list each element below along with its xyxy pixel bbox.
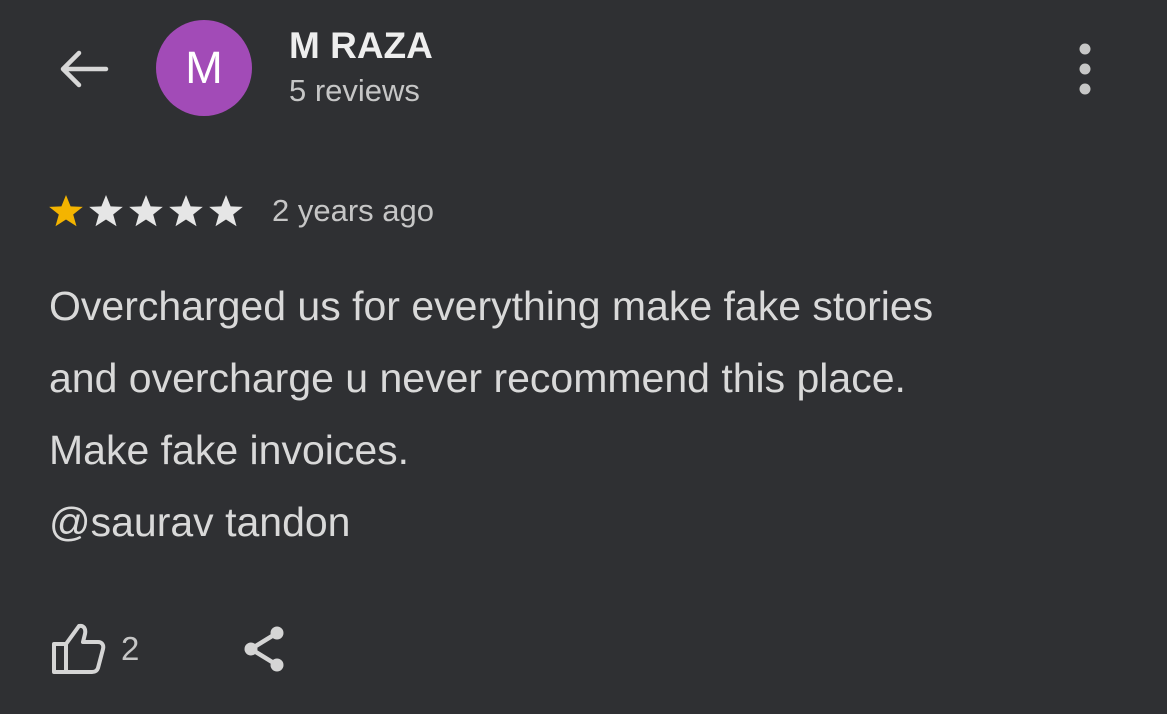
review-text: Overcharged us for everything make fake …: [49, 283, 934, 545]
share-icon: [244, 626, 284, 672]
empty-star-icon: [89, 195, 123, 227]
review-screen: M M RAZA 5 reviews 2 years ago Overcharg…: [0, 0, 1167, 714]
review-count: 5 reviews: [289, 73, 420, 108]
star-rating: [48, 193, 248, 229]
thumb-up-icon: [52, 623, 106, 674]
reviewer-name[interactable]: M RAZA: [289, 24, 433, 68]
like-button[interactable]: 2: [49, 616, 139, 682]
like-count: 2: [121, 630, 140, 667]
filled-star-icon: [49, 195, 83, 227]
rating-row: 2 years ago: [48, 189, 434, 233]
share-button[interactable]: [239, 616, 291, 682]
empty-star-icon: [129, 195, 163, 227]
arrow-left-icon: [60, 50, 109, 88]
back-button[interactable]: [52, 38, 114, 100]
empty-star-icon: [169, 195, 203, 227]
more-vertical-icon: [1079, 43, 1091, 95]
review-actions: 2: [49, 616, 291, 682]
review-date: 2 years ago: [272, 193, 434, 228]
more-options-button[interactable]: [1062, 38, 1108, 100]
avatar[interactable]: M: [156, 20, 252, 116]
empty-star-icon: [209, 195, 243, 227]
